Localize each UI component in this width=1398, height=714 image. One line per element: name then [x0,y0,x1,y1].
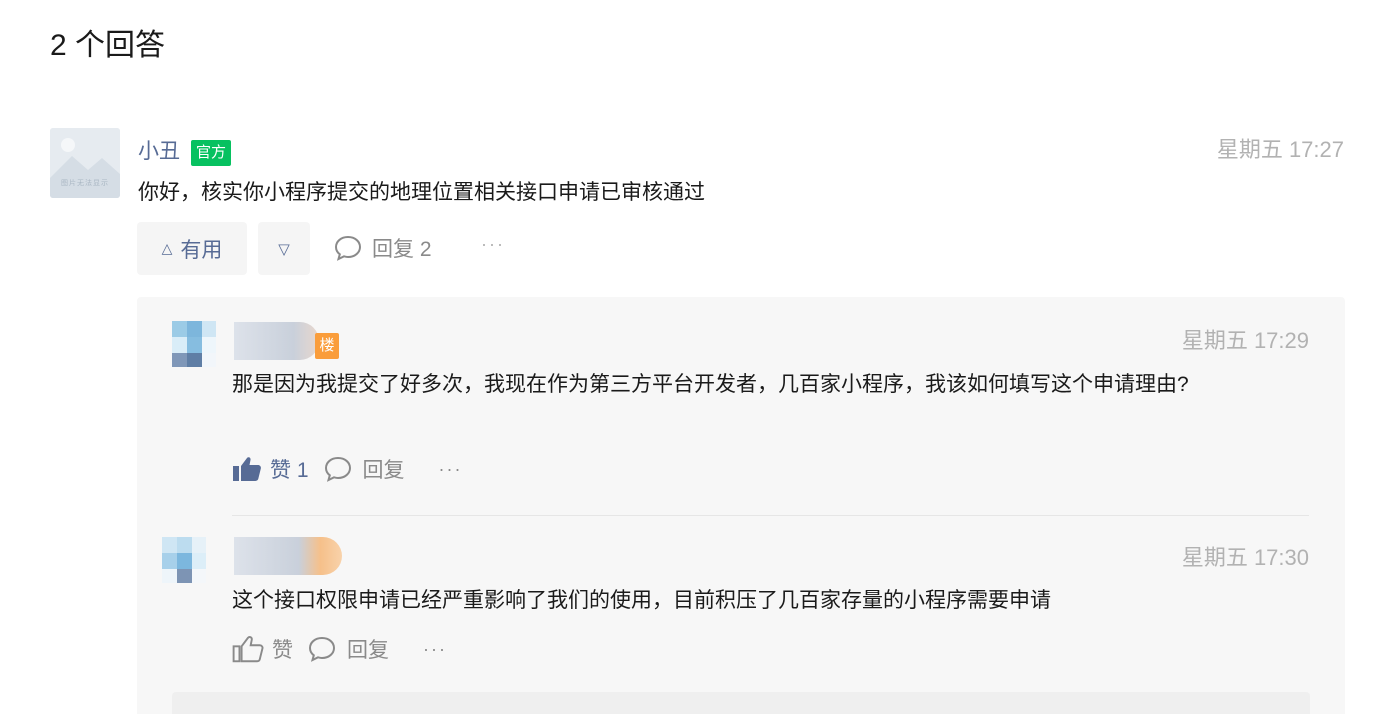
reply-divider [232,515,1309,516]
thumbs-up-filled-icon [233,457,261,481]
comment-icon [308,636,336,662]
reply-content: 这个接口权限申请已经严重影响了我们的使用，目前积压了几百家存量的小程序需要申请 [232,589,1051,612]
like-label: 赞 1 [270,459,309,482]
replies-panel: 楼 星期五 17:29 那是因为我提交了好多次，我现在作为第三方平台开发者，几百… [137,297,1345,714]
triangle-up-icon: △ [161,240,173,256]
more-menu-button[interactable]: ··· [439,459,463,480]
like-label: 赞 [272,639,293,662]
reply-label: 回复 2 [372,238,432,261]
useless-button[interactable]: ▽ [258,222,310,275]
reply-content: 那是因为我提交了好多次，我现在作为第三方平台开发者，几百家小程序，我该如何填写这… [232,373,1189,396]
avatar-caption: 图片无法显示 [61,180,109,187]
triangle-down-icon: ▽ [278,240,290,258]
nested-reply-box [172,692,1310,714]
reply-actions: 赞 回复 ··· [232,634,447,664]
reply-label: 回复 [347,639,389,662]
floor-owner-badge: 楼 [315,333,339,359]
reply-author-name[interactable] [234,537,342,575]
answer-content: 你好，核实你小程序提交的地理位置相关接口申请已审核通过 [138,181,705,204]
reply-author-name[interactable] [234,322,319,360]
like-button[interactable]: 赞 1 [232,454,309,484]
reply-button[interactable]: 回复 2 [334,232,432,264]
comment-icon [324,456,351,482]
reply-actions: 赞 1 回复 ··· [232,454,463,484]
reply-avatar[interactable] [172,321,216,367]
author-avatar[interactable]: 图片无法显示 [50,128,120,198]
like-button[interactable]: 赞 [232,634,293,664]
reply-time: 星期五 17:30 [1181,545,1309,570]
answer-time: 星期五 17:27 [1216,137,1344,162]
official-badge: 官方 [191,140,232,166]
useful-button[interactable]: △ 有用 [137,222,247,275]
thumbs-up-icon [232,636,264,663]
reply-time: 星期五 17:29 [1181,328,1309,353]
reply-button[interactable]: 回复 [323,454,405,484]
more-menu-button[interactable]: ··· [481,234,505,255]
reply-button[interactable]: 回复 [307,634,389,664]
author-name[interactable]: 小丑 [138,137,180,167]
comment-icon [334,235,362,261]
reply-label: 回复 [362,459,405,482]
more-menu-button[interactable]: ··· [423,639,447,660]
answers-count-heading: 2 个回答 [50,29,166,62]
useful-label: 有用 [180,238,223,262]
reply-avatar[interactable] [162,537,206,583]
